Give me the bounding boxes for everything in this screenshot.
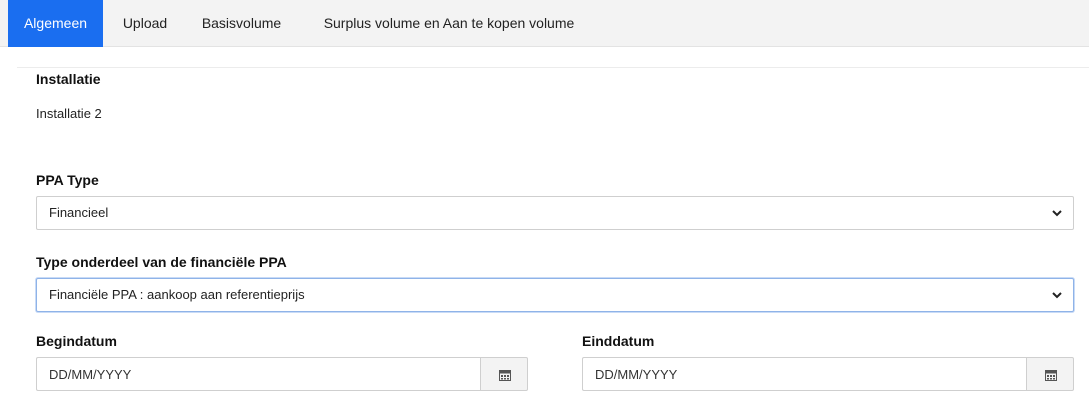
begindatum-input[interactable] (36, 357, 480, 391)
tab-algemeen[interactable]: Algemeen (8, 0, 103, 47)
ppa-type-selected-value: Financieel (49, 205, 109, 220)
einddatum-calendar-button[interactable] (1026, 357, 1074, 391)
einddatum-label: Einddatum (582, 333, 655, 349)
ppa-type-select[interactable]: Financieel (36, 196, 1074, 230)
einddatum-input[interactable] (582, 357, 1026, 391)
tab-upload[interactable]: Upload (111, 0, 179, 47)
begindatum-label: Begindatum (36, 333, 117, 349)
chevron-down-icon (1052, 210, 1062, 217)
ppa-type-label: PPA Type (36, 172, 99, 188)
chevron-down-icon (1052, 292, 1062, 299)
type-onderdeel-label: Type onderdeel van de financiële PPA (36, 254, 287, 270)
tab-surplus-volume[interactable]: Surplus volume en Aan te kopen volume (304, 0, 594, 47)
begindatum-field (36, 357, 528, 391)
installatie-value: Installatie 2 (36, 106, 102, 121)
general-panel (17, 67, 1089, 407)
tab-basisvolume[interactable]: Basisvolume (190, 0, 293, 47)
einddatum-field (582, 357, 1074, 391)
begindatum-calendar-button[interactable] (480, 357, 528, 391)
tab-bar: Algemeen Upload Basisvolume Surplus volu… (0, 0, 1089, 47)
type-onderdeel-selected-value: Financiële PPA : aankoop aan referentiep… (49, 287, 305, 302)
type-onderdeel-select[interactable]: Financiële PPA : aankoop aan referentiep… (36, 278, 1074, 312)
calendar-icon (1045, 370, 1057, 381)
installatie-label: Installatie (36, 71, 101, 87)
calendar-icon (499, 370, 511, 381)
